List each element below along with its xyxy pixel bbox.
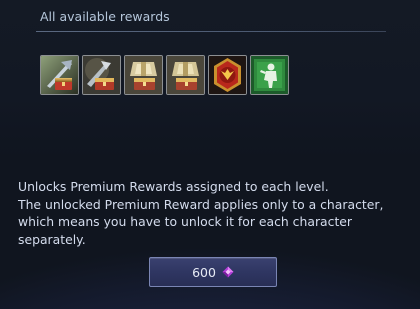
rewards-section-title: All available rewards xyxy=(40,9,170,24)
description-line: which means you have to unlock it for ea… xyxy=(18,214,353,229)
premium-description: Unlocks Premium Rewards assigned to each… xyxy=(18,178,408,248)
reward-list xyxy=(40,55,289,99)
cost-value: 600 xyxy=(192,264,216,280)
reward-slot-6[interactable] xyxy=(250,55,289,95)
weapon-crate-icon xyxy=(83,56,120,94)
reward-slot-3[interactable] xyxy=(124,55,163,95)
red-emblem-icon xyxy=(209,56,246,94)
gold-armor-chest-icon xyxy=(125,56,162,94)
unlock-purchase-button[interactable]: 600 xyxy=(149,257,277,287)
reward-slot-5[interactable] xyxy=(208,55,247,95)
title-divider xyxy=(36,31,386,32)
description-line: Unlocks Premium Rewards assigned to each… xyxy=(18,179,329,194)
reward-slot-4[interactable] xyxy=(166,55,205,95)
green-figure-icon xyxy=(251,56,288,94)
reward-slot-1[interactable] xyxy=(40,55,79,95)
gold-armor-chest-icon xyxy=(167,56,204,94)
purple-gem-icon xyxy=(222,266,234,278)
description-line: The unlocked Premium Reward applies only… xyxy=(18,196,384,212)
weapon-in-chest-icon xyxy=(41,56,78,94)
description-line: separately. xyxy=(18,231,86,247)
rewards-panel: All available rewards xyxy=(0,0,420,158)
reward-slot-2[interactable] xyxy=(82,55,121,95)
